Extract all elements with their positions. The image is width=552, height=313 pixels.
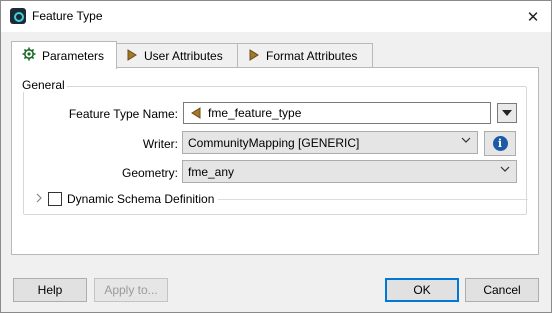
feature-type-name-label: Feature Type Name: [68, 107, 178, 121]
divider [218, 199, 528, 200]
dynamic-schema-checkbox[interactable] [48, 192, 62, 206]
window-title: Feature Type [32, 9, 103, 23]
tab-parameters-label: Parameters [42, 48, 105, 63]
general-group-title: General [20, 78, 67, 92]
writer-value: CommunityMapping [GENERIC] [188, 135, 360, 150]
gear-icon [22, 47, 36, 64]
feature-type-icon [190, 107, 202, 119]
dynamic-schema-label: Dynamic Schema Definition [67, 192, 215, 206]
help-button[interactable]: Help [13, 278, 87, 302]
close-button[interactable]: ✕ [515, 1, 551, 32]
geometry-value: fme_any [188, 164, 235, 179]
tab-user-attributes[interactable]: User Attributes [115, 43, 238, 68]
triangle-down-icon [502, 106, 512, 120]
title-bar: Feature Type ✕ [1, 1, 551, 32]
feature-type-name-dropdown-button[interactable] [497, 103, 517, 123]
tab-format-attributes-label: Format Attributes [266, 49, 358, 63]
writer-label: Writer: [142, 137, 178, 151]
tab-parameters[interactable]: Parameters [11, 41, 117, 69]
chevron-down-icon [500, 164, 510, 177]
feature-type-name-value: fme_feature_type [208, 106, 302, 120]
cancel-button[interactable]: Cancel [465, 278, 539, 302]
geometry-select[interactable]: fme_any [182, 160, 517, 183]
info-icon: i [492, 136, 508, 151]
writer-select[interactable]: CommunityMapping [GENERIC] [182, 131, 478, 154]
fme-app-icon [10, 8, 26, 24]
attribute-arrow-icon [126, 48, 138, 64]
apply-to-button[interactable]: Apply to... [94, 278, 168, 302]
attribute-arrow-icon [248, 48, 260, 64]
writer-info-button[interactable]: i [484, 131, 516, 156]
tab-user-attributes-label: User Attributes [144, 49, 223, 63]
chevron-down-icon [461, 135, 471, 148]
tab-format-attributes[interactable]: Format Attributes [237, 43, 373, 68]
expand-chevron-icon[interactable] [35, 193, 43, 206]
geometry-label: Geometry: [121, 166, 178, 180]
ok-button[interactable]: OK [385, 278, 459, 302]
feature-type-name-input[interactable]: fme_feature_type [183, 102, 491, 124]
